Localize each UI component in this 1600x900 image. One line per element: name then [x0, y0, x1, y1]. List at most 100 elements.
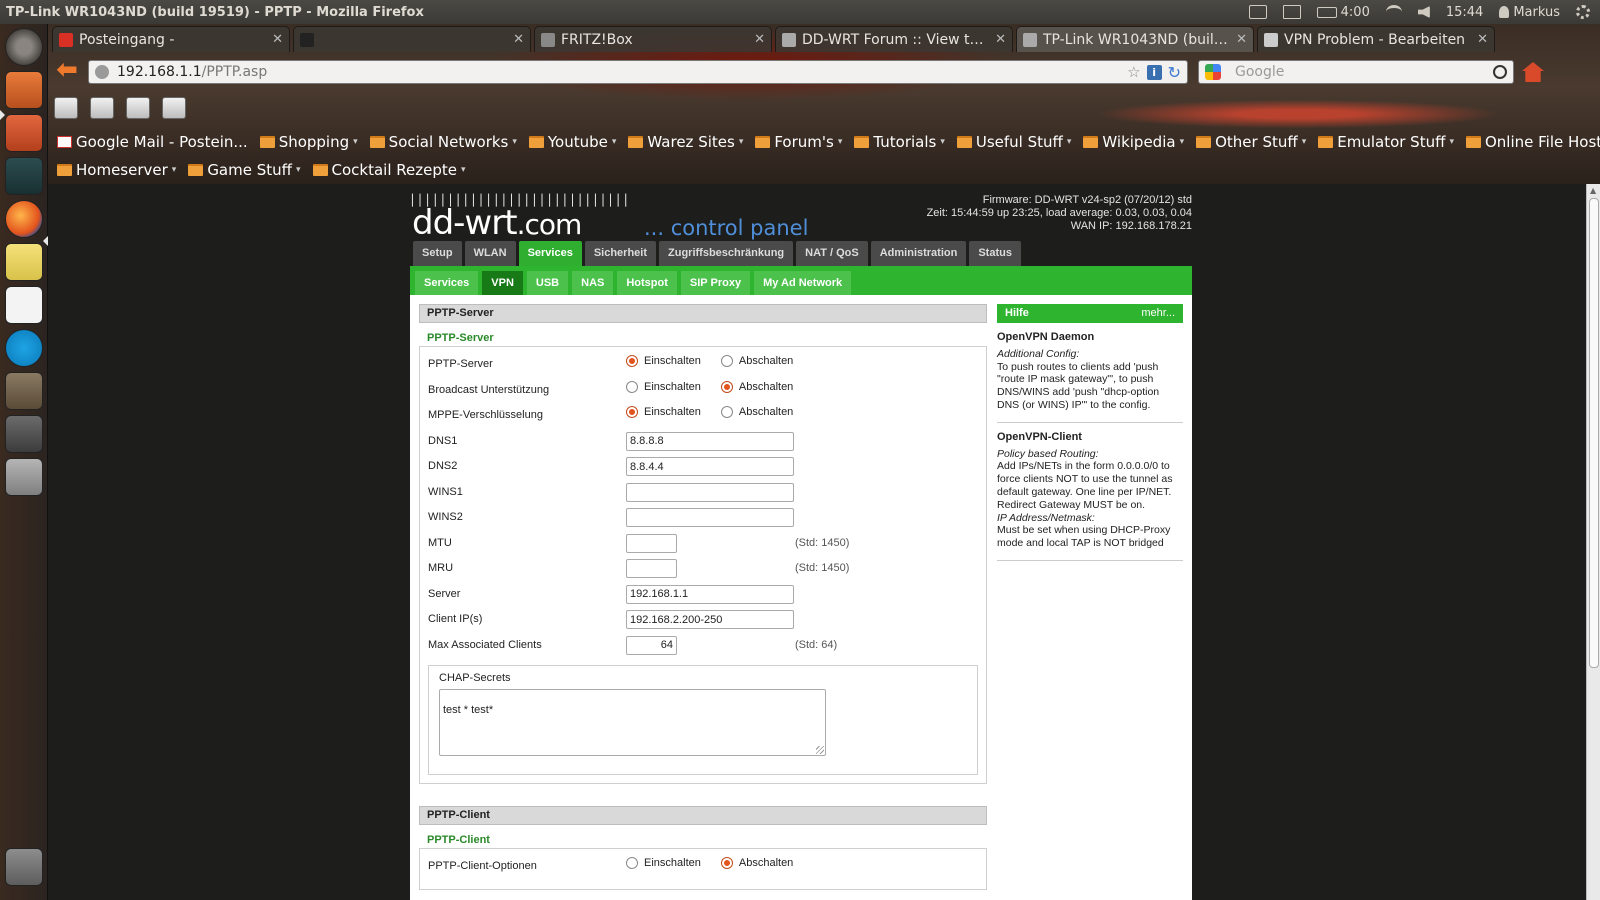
back-button[interactable]: ⬅: [52, 57, 82, 85]
reload-icon[interactable]: ↻: [1168, 63, 1181, 82]
drive-icon[interactable]: [5, 458, 43, 496]
tab-wlan[interactable]: WLAN: [464, 241, 516, 266]
bookmark-folder-warez[interactable]: Warez Sites ▾: [623, 133, 748, 151]
close-icon[interactable]: ✕: [995, 32, 1006, 47]
pptp-client-enable-radio[interactable]: [626, 857, 638, 869]
firefox-icon[interactable]: [5, 200, 43, 238]
dash-home-icon[interactable]: [5, 28, 43, 66]
bookmark-folder-homeserver[interactable]: Homeserver ▾: [52, 161, 181, 179]
search-icon[interactable]: [1493, 65, 1507, 79]
bookmark-folder-cocktails[interactable]: Cocktail Rezepte ▾: [308, 161, 471, 179]
mppe-enable-radio[interactable]: [626, 406, 638, 418]
tab-sicherheit[interactable]: Sicherheit: [584, 241, 657, 266]
client-ips-input[interactable]: [626, 610, 794, 629]
bookmark-gmail[interactable]: Google Mail - Postein...: [52, 133, 253, 151]
bookmark-folder-wikipedia[interactable]: Wikipedia ▾: [1078, 133, 1189, 151]
broadcast-enable-radio[interactable]: [626, 380, 638, 393]
pptp-server-disable-radio[interactable]: [720, 355, 733, 367]
close-icon[interactable]: ✕: [1477, 32, 1488, 47]
close-icon[interactable]: ✕: [754, 32, 765, 47]
calendar-icon[interactable]: [5, 286, 43, 324]
files-icon[interactable]: [5, 71, 43, 109]
server-ip-input[interactable]: [626, 584, 794, 604]
subtab-services[interactable]: Services: [415, 271, 479, 295]
wins2-input[interactable]: [626, 508, 794, 527]
gimp-icon[interactable]: [5, 372, 43, 410]
search-bar[interactable]: Google: [1198, 60, 1514, 84]
tab-administration[interactable]: Administration: [870, 241, 967, 266]
subtab-sip-proxy[interactable]: SIP Proxy: [680, 271, 751, 295]
subtab-my-ad-network[interactable]: My Ad Network: [754, 271, 852, 295]
print-icon[interactable]: [54, 97, 78, 119]
subtab-vpn[interactable]: VPN: [482, 271, 523, 295]
bookmark-folder-other[interactable]: Other Stuff ▾: [1191, 133, 1311, 151]
tab-vpn-problem[interactable]: VPN Problem - Bearbeiten ✕: [1257, 26, 1495, 52]
download-icon[interactable]: [90, 97, 114, 119]
workspace-switcher-icon[interactable]: [5, 415, 43, 453]
tab-services[interactable]: Services: [518, 241, 582, 266]
max-clients-input[interactable]: [626, 635, 677, 655]
bookmark-folder-emulator[interactable]: Emulator Stuff ▾: [1313, 133, 1459, 151]
wifi-icon[interactable]: [1385, 5, 1402, 19]
bookmark-folder-useful[interactable]: Useful Stuff ▾: [952, 133, 1077, 151]
mppe-disable-radio[interactable]: [720, 406, 733, 418]
user-menu[interactable]: Markus: [1499, 5, 1560, 20]
tab-fritzbox[interactable]: FRITZ!Box ✕: [534, 26, 772, 52]
resize-grip-icon[interactable]: [816, 746, 824, 754]
tab-nat-qos[interactable]: NAT / QoS: [796, 241, 868, 266]
tab-tplink-active[interactable]: TP-Link WR1043ND (build 1... ✕: [1016, 26, 1254, 52]
clock[interactable]: 15:44: [1446, 5, 1483, 20]
close-icon[interactable]: ✕: [513, 32, 524, 47]
skype-icon[interactable]: [5, 329, 43, 367]
tab-ddwrt-forum[interactable]: DD-WRT Forum :: View topi... ✕: [775, 26, 1013, 52]
pptp-client-disable-radio[interactable]: [720, 857, 733, 869]
subtab-nas[interactable]: NAS: [572, 271, 614, 295]
messaging-icon[interactable]: [1248, 5, 1267, 19]
system-monitor-icon[interactable]: [5, 157, 43, 195]
row-mtu: MTU (Std: 1450): [428, 532, 978, 558]
new-folder-icon[interactable]: [162, 97, 186, 119]
page-info-icon[interactable]: i: [1146, 64, 1162, 80]
broadcast-disable-radio[interactable]: [720, 380, 733, 393]
page-scrollbar[interactable]: ▲: [1586, 184, 1600, 900]
software-center-icon[interactable]: [5, 114, 43, 152]
bookmark-folder-filehoster[interactable]: Online File Hoster▾: [1461, 133, 1600, 151]
trash-icon[interactable]: [5, 848, 43, 886]
bookmark-folder-tutorials[interactable]: Tutorials ▾: [849, 133, 950, 151]
tab-status[interactable]: Status: [969, 241, 1021, 266]
tab-posteingang[interactable]: Posteingang - ✕: [52, 26, 290, 52]
subtab-hotspot[interactable]: Hotspot: [617, 271, 677, 295]
bookmark-folder-youtube[interactable]: Youtube ▾: [524, 133, 622, 151]
bookmark-folder-social[interactable]: Social Networks ▾: [365, 133, 522, 151]
mtu-input[interactable]: [626, 533, 677, 553]
chap-secrets-textarea[interactable]: test * test*: [439, 689, 826, 756]
dns2-input[interactable]: [626, 457, 794, 476]
subtab-usb[interactable]: USB: [526, 271, 569, 295]
bookmark-folder-shopping[interactable]: Shopping ▾: [255, 133, 363, 151]
mru-input[interactable]: [626, 559, 677, 578]
volume-icon[interactable]: [1417, 6, 1430, 18]
bookmark-star-icon[interactable]: ☆: [1127, 63, 1140, 81]
home-icon[interactable]: [1522, 62, 1544, 82]
gear-icon[interactable]: [1576, 5, 1590, 19]
bookmark-folder-games[interactable]: Game Stuff ▾: [183, 161, 305, 179]
mail-icon[interactable]: [1282, 5, 1301, 19]
wins1-input[interactable]: [626, 482, 794, 502]
dns1-input[interactable]: [626, 431, 794, 451]
scrollbar-thumb[interactable]: [1589, 198, 1599, 668]
tab-setup[interactable]: Setup: [413, 241, 462, 266]
close-icon[interactable]: ✕: [272, 32, 283, 47]
screenshot-icon[interactable]: [126, 97, 150, 119]
close-icon[interactable]: ✕: [1236, 32, 1247, 47]
battery-indicator[interactable]: 4:00: [1316, 5, 1370, 20]
google-icon[interactable]: [1205, 64, 1221, 80]
bookmark-folder-forums[interactable]: Forum's ▾: [750, 133, 847, 151]
tab-linux[interactable]: ✕: [293, 26, 531, 52]
help-more-link[interactable]: mehr...: [1141, 304, 1175, 323]
url-bar[interactable]: 192.168.1.1/PPTP.asp ☆ i ↻: [88, 60, 1188, 84]
scroll-up-icon[interactable]: ▲: [1590, 186, 1596, 195]
tab-zugriff[interactable]: Zugriffsbeschränkung: [659, 241, 794, 266]
notes-icon[interactable]: [5, 243, 43, 281]
site-identity-icon[interactable]: [95, 65, 109, 79]
pptp-server-enable-radio[interactable]: [626, 355, 638, 367]
